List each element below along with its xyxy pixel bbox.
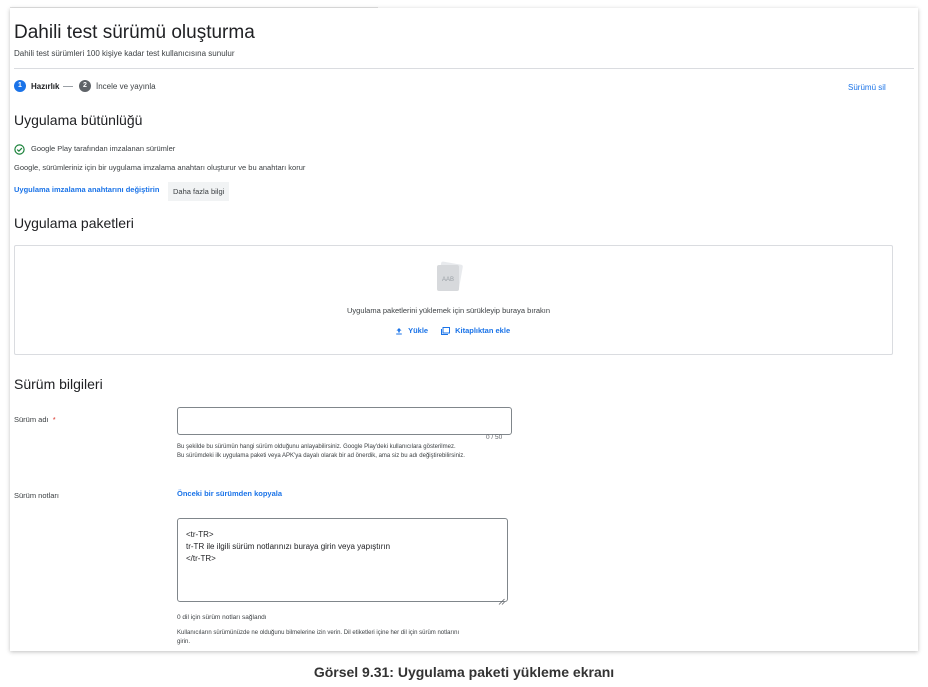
release-name-help-2: Bu sürümdeki ilk uygulama paketi veya AP… bbox=[177, 453, 465, 459]
character-counter: 0 / 50 bbox=[486, 434, 503, 441]
release-name-label-text: Sürüm adı bbox=[14, 415, 49, 424]
upload-label: Yükle bbox=[408, 326, 429, 335]
signing-status-text: Google Play tarafından imzalanan sürümle… bbox=[31, 144, 176, 153]
change-signing-key-link[interactable]: Uygulama imzalama anahtarını değiştirin bbox=[14, 185, 159, 194]
release-notes-label: Sürüm notları bbox=[14, 491, 60, 500]
delete-release-link[interactable]: Sürümü sil bbox=[848, 83, 886, 92]
release-name-help-1: Bu şekilde bu sürümün hangi sürüm olduğu… bbox=[177, 444, 456, 450]
notes-help-2: girin. bbox=[177, 639, 191, 645]
required-mark: * bbox=[52, 415, 56, 424]
integrity-description: Google, sürümleriniz için bir uygulama i… bbox=[14, 163, 306, 172]
more-info-button[interactable]: Daha fazla bilgi bbox=[168, 182, 230, 201]
add-from-library-button[interactable]: Kitaplıktan ekle bbox=[441, 326, 511, 336]
step-connector bbox=[63, 86, 73, 87]
console-panel: Dahili test sürümü oluşturma Dahili test… bbox=[10, 8, 918, 651]
figure-caption: Görsel 9.31: Uygulama paketi yükleme ekr… bbox=[313, 664, 615, 680]
release-name-label: Sürüm adı * bbox=[14, 415, 56, 424]
notes-help-1: Kullanıcıların sürümünüzde ne olduğunu b… bbox=[177, 630, 460, 636]
notes-line: <tr-TR> bbox=[186, 530, 214, 539]
page-subtitle: Dahili test sürümleri 100 kişiye kadar t… bbox=[14, 49, 235, 58]
page-title: Dahili test sürümü oluşturma bbox=[14, 22, 255, 43]
library-label: Kitaplıktan ekle bbox=[455, 326, 511, 335]
aab-file-icon: AAB bbox=[435, 261, 465, 293]
svg-text:AAB: AAB bbox=[442, 277, 454, 283]
notes-line: tr-TR ile ilgili sürüm notlarınızı buray… bbox=[186, 542, 391, 551]
check-circle-icon bbox=[14, 142, 25, 155]
header-divider bbox=[14, 68, 914, 69]
resize-handle-icon[interactable] bbox=[498, 592, 505, 605]
step-1-badge: 1 bbox=[14, 80, 26, 92]
step-1-label[interactable]: Hazırlık bbox=[31, 82, 59, 91]
notes-language-count: 0 dil için sürüm notları sağlandı bbox=[177, 614, 267, 621]
step-2-badge: 2 bbox=[79, 80, 91, 92]
release-notes-textarea[interactable]: <tr-TR> tr-TR ile ilgili sürüm notlarını… bbox=[177, 518, 508, 605]
bundles-heading: Uygulama paketleri bbox=[14, 215, 134, 231]
release-name-input[interactable] bbox=[177, 407, 512, 435]
copy-previous-release-link[interactable]: Önceki bir sürümden kopyala bbox=[177, 489, 282, 498]
upload-button[interactable]: Yükle bbox=[395, 326, 428, 335]
upload-icon bbox=[395, 327, 403, 335]
release-heading: Sürüm bilgileri bbox=[14, 376, 103, 392]
library-icon bbox=[441, 327, 450, 336]
drop-instructions: Uygulama paketlerini yüklemek için sürük… bbox=[347, 306, 551, 315]
integrity-heading: Uygulama bütünlüğü bbox=[14, 112, 143, 128]
step-2-label[interactable]: İncele ve yayınla bbox=[96, 82, 156, 91]
notes-line: </tr-TR> bbox=[186, 554, 216, 563]
